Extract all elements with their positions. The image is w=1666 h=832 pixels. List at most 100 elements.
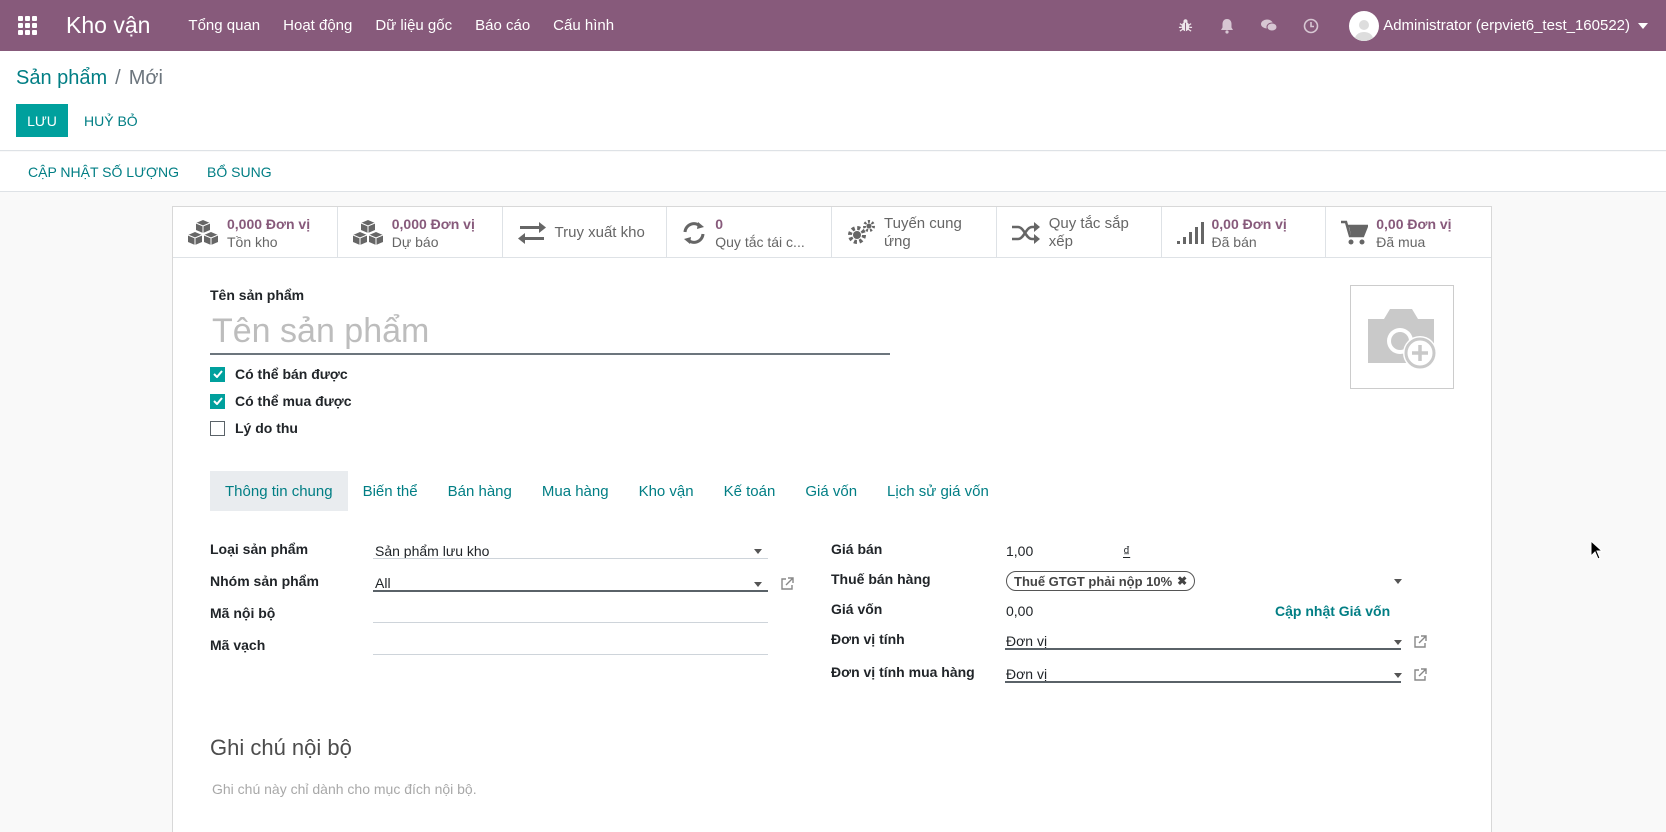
tab-sales[interactable]: Bán hàng xyxy=(433,471,527,511)
uom-select[interactable]: Đơn vị xyxy=(1006,633,1047,649)
top-navbar: Kho vận Tổng quan Hoạt động Dữ liệu gốc … xyxy=(0,0,1666,51)
can-be-sold-checkbox-row[interactable]: Có thể bán được xyxy=(210,366,348,382)
control-panel: Sản phẩm / Mới LƯU HUỶ BỎ xyxy=(0,51,1666,151)
menu-overview[interactable]: Tổng quan xyxy=(188,17,260,34)
product-type-label: Loại sản phẩm xyxy=(210,541,309,557)
chevron-down-icon[interactable] xyxy=(1394,640,1402,645)
breadcrumb-separator: / xyxy=(115,67,121,89)
stat-value: 0,00 Đơn vị xyxy=(1376,215,1452,232)
discard-button[interactable]: HUỶ BỎ xyxy=(80,104,142,137)
cost-label: Giá vốn xyxy=(831,601,883,617)
barcode-label: Mã vạch xyxy=(210,637,266,653)
signal-icon xyxy=(1176,221,1204,244)
stat-label: Quy tắc tái c... xyxy=(715,233,805,250)
currency-symbol: ₫ xyxy=(1123,543,1131,559)
save-button[interactable]: LƯU xyxy=(16,104,68,137)
product-type-underline xyxy=(373,558,768,559)
stat-sold-button[interactable]: 0,00 Đơn vị Đã bán xyxy=(1162,207,1327,258)
cubes-icon xyxy=(187,219,219,245)
stat-on-hand-button[interactable]: 0,000 Đơn vị Tồn kho xyxy=(173,207,338,258)
external-link-icon[interactable] xyxy=(1413,668,1427,682)
stat-label: Dự báo xyxy=(391,233,439,250)
income-reason-label: Lý do thu xyxy=(235,420,298,436)
update-quantity-button[interactable]: CẬP NHẬT SỐ LƯỢNG xyxy=(28,164,179,180)
internal-reference-underline[interactable] xyxy=(373,622,768,623)
internal-notes-input[interactable]: Ghi chú này chỉ dành cho mục đích nội bộ… xyxy=(212,781,477,797)
breadcrumb-current: Mới xyxy=(128,67,163,89)
bell-icon[interactable] xyxy=(1217,16,1237,36)
tab-inventory[interactable]: Kho vận xyxy=(624,471,709,511)
random-icon xyxy=(1011,221,1040,244)
menu-configuration[interactable]: Cấu hình xyxy=(553,17,614,34)
breadcrumb: Sản phẩm / Mới xyxy=(16,67,163,90)
tab-costing[interactable]: Giá vốn xyxy=(790,471,872,511)
stat-putaway-button[interactable]: Quy tắc sắp xếp xyxy=(997,207,1162,258)
app-title[interactable]: Kho vận xyxy=(66,12,150,39)
stat-value: 0 xyxy=(715,215,724,232)
cubes-icon xyxy=(352,219,383,245)
sales-price-label: Giá bán xyxy=(831,541,883,557)
purchase-uom-label: Đơn vị tính mua hàng xyxy=(831,664,975,680)
stat-value: 0,000 Đơn vị xyxy=(227,215,311,232)
clock-icon[interactable] xyxy=(1301,16,1321,36)
stat-forecast-button[interactable]: 0,000 Đơn vị Dự báo xyxy=(338,207,503,258)
tab-variants[interactable]: Biến thể xyxy=(348,471,433,511)
update-cost-button[interactable]: Cập nhật Giá vốn xyxy=(1275,603,1390,619)
income-reason-checkbox-row[interactable]: Lý do thu xyxy=(210,420,298,436)
menu-reporting[interactable]: Báo cáo xyxy=(475,17,530,34)
uom-underline xyxy=(1005,648,1401,650)
product-image-upload[interactable] xyxy=(1350,285,1454,389)
external-link-icon[interactable] xyxy=(780,577,794,591)
tab-accounting[interactable]: Kế toán xyxy=(709,471,791,511)
product-category-label: Nhóm sản phẩm xyxy=(210,573,319,589)
product-category-select[interactable]: All xyxy=(375,575,391,591)
apps-grid-icon[interactable] xyxy=(18,15,38,36)
chevron-down-icon[interactable] xyxy=(1394,579,1402,584)
menu-master-data[interactable]: Dữ liệu gốc xyxy=(375,17,452,34)
tab-general-info[interactable]: Thông tin chung xyxy=(210,471,348,511)
replenish-button[interactable]: BỔ SUNG xyxy=(207,164,272,180)
can-be-purchased-label: Có thể mua được xyxy=(235,393,352,409)
checkbox-unchecked-icon[interactable] xyxy=(210,420,225,436)
stat-value: 0,000 Đơn vị xyxy=(391,215,475,232)
camera-plus-icon xyxy=(1368,309,1437,370)
internal-notes-title: Ghi chú nội bộ xyxy=(210,735,352,760)
external-link-icon[interactable] xyxy=(1413,635,1427,649)
tab-purchase[interactable]: Mua hàng xyxy=(527,471,624,511)
bug-icon[interactable] xyxy=(1175,16,1195,36)
chevron-down-icon[interactable] xyxy=(1394,673,1402,678)
user-name: Administrator (erpviet6_test_160522) xyxy=(1383,17,1630,34)
menu-operations[interactable]: Hoạt động xyxy=(283,17,352,34)
cost-value: 0,00 xyxy=(1006,603,1034,619)
stat-purchased-button[interactable]: 0,00 Đơn vị Đã mua xyxy=(1326,207,1491,258)
breadcrumb-products[interactable]: Sản phẩm xyxy=(16,67,107,89)
purchase-uom-underline xyxy=(1005,681,1401,683)
stat-label: Tuyến cung ứng xyxy=(884,214,962,250)
stat-traceability-button[interactable]: Truy xuất kho xyxy=(503,207,668,258)
tax-tag: Thuế GTGT phải nộp 10% ✖ xyxy=(1006,571,1196,591)
sales-price-input[interactable]: 1,00 xyxy=(1006,543,1033,559)
product-type-select[interactable]: Sản phẩm lưu kho xyxy=(375,543,489,559)
tax-tag-label: Thuế GTGT phải nộp 10% xyxy=(1014,573,1173,589)
chat-icon[interactable] xyxy=(1259,16,1279,36)
product-category-underline xyxy=(373,590,768,592)
avatar xyxy=(1349,10,1380,41)
stat-value: 0,00 Đơn vị xyxy=(1211,215,1287,232)
refresh-icon xyxy=(683,221,705,244)
chevron-down-icon[interactable] xyxy=(754,582,762,587)
chevron-down-icon[interactable] xyxy=(754,549,762,554)
checkbox-checked-icon[interactable] xyxy=(210,366,225,382)
stat-routes-button[interactable]: Tuyến cung ứng xyxy=(832,207,997,258)
cart-icon xyxy=(1341,220,1369,244)
stat-label: Truy xuất kho xyxy=(554,224,645,241)
barcode-underline[interactable] xyxy=(373,654,768,655)
purchase-uom-select[interactable]: Đơn vị xyxy=(1006,666,1047,682)
can-be-purchased-checkbox-row[interactable]: Có thể mua được xyxy=(210,393,352,409)
stat-reordering-button[interactable]: 0 Quy tắc tái c... xyxy=(667,207,832,258)
user-menu[interactable]: Administrator (erpviet6_test_160522) xyxy=(1349,10,1648,41)
product-name-label: Tên sản phẩm xyxy=(210,287,305,303)
tab-cost-history[interactable]: Lịch sử giá vốn xyxy=(872,471,1004,511)
product-name-input[interactable] xyxy=(210,309,890,355)
close-icon[interactable]: ✖ xyxy=(1177,574,1187,588)
checkbox-checked-icon[interactable] xyxy=(210,393,225,409)
